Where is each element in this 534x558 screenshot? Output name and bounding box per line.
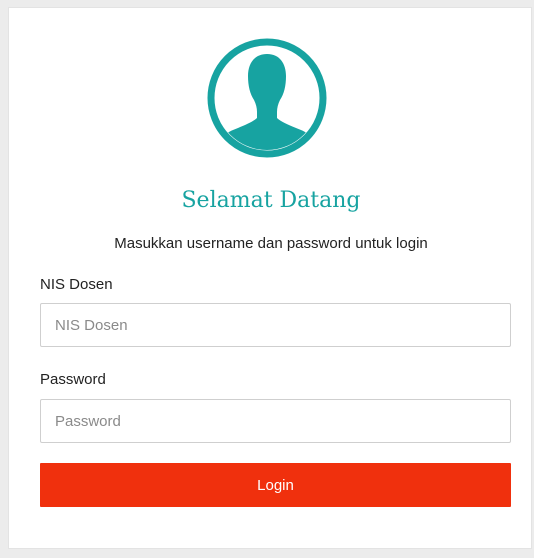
nis-dosen-label: NIS Dosen: [40, 276, 113, 293]
nis-dosen-input[interactable]: [40, 303, 511, 347]
user-avatar-icon: [207, 38, 327, 158]
login-button[interactable]: Login: [40, 463, 511, 507]
password-label: Password: [40, 371, 106, 388]
login-subtitle: Masukkan username dan password untuk log…: [114, 235, 428, 252]
page-title: Selamat Datang: [181, 188, 361, 213]
password-input[interactable]: [40, 399, 511, 443]
login-card: Selamat Datang Masukkan username dan pas…: [8, 7, 532, 549]
